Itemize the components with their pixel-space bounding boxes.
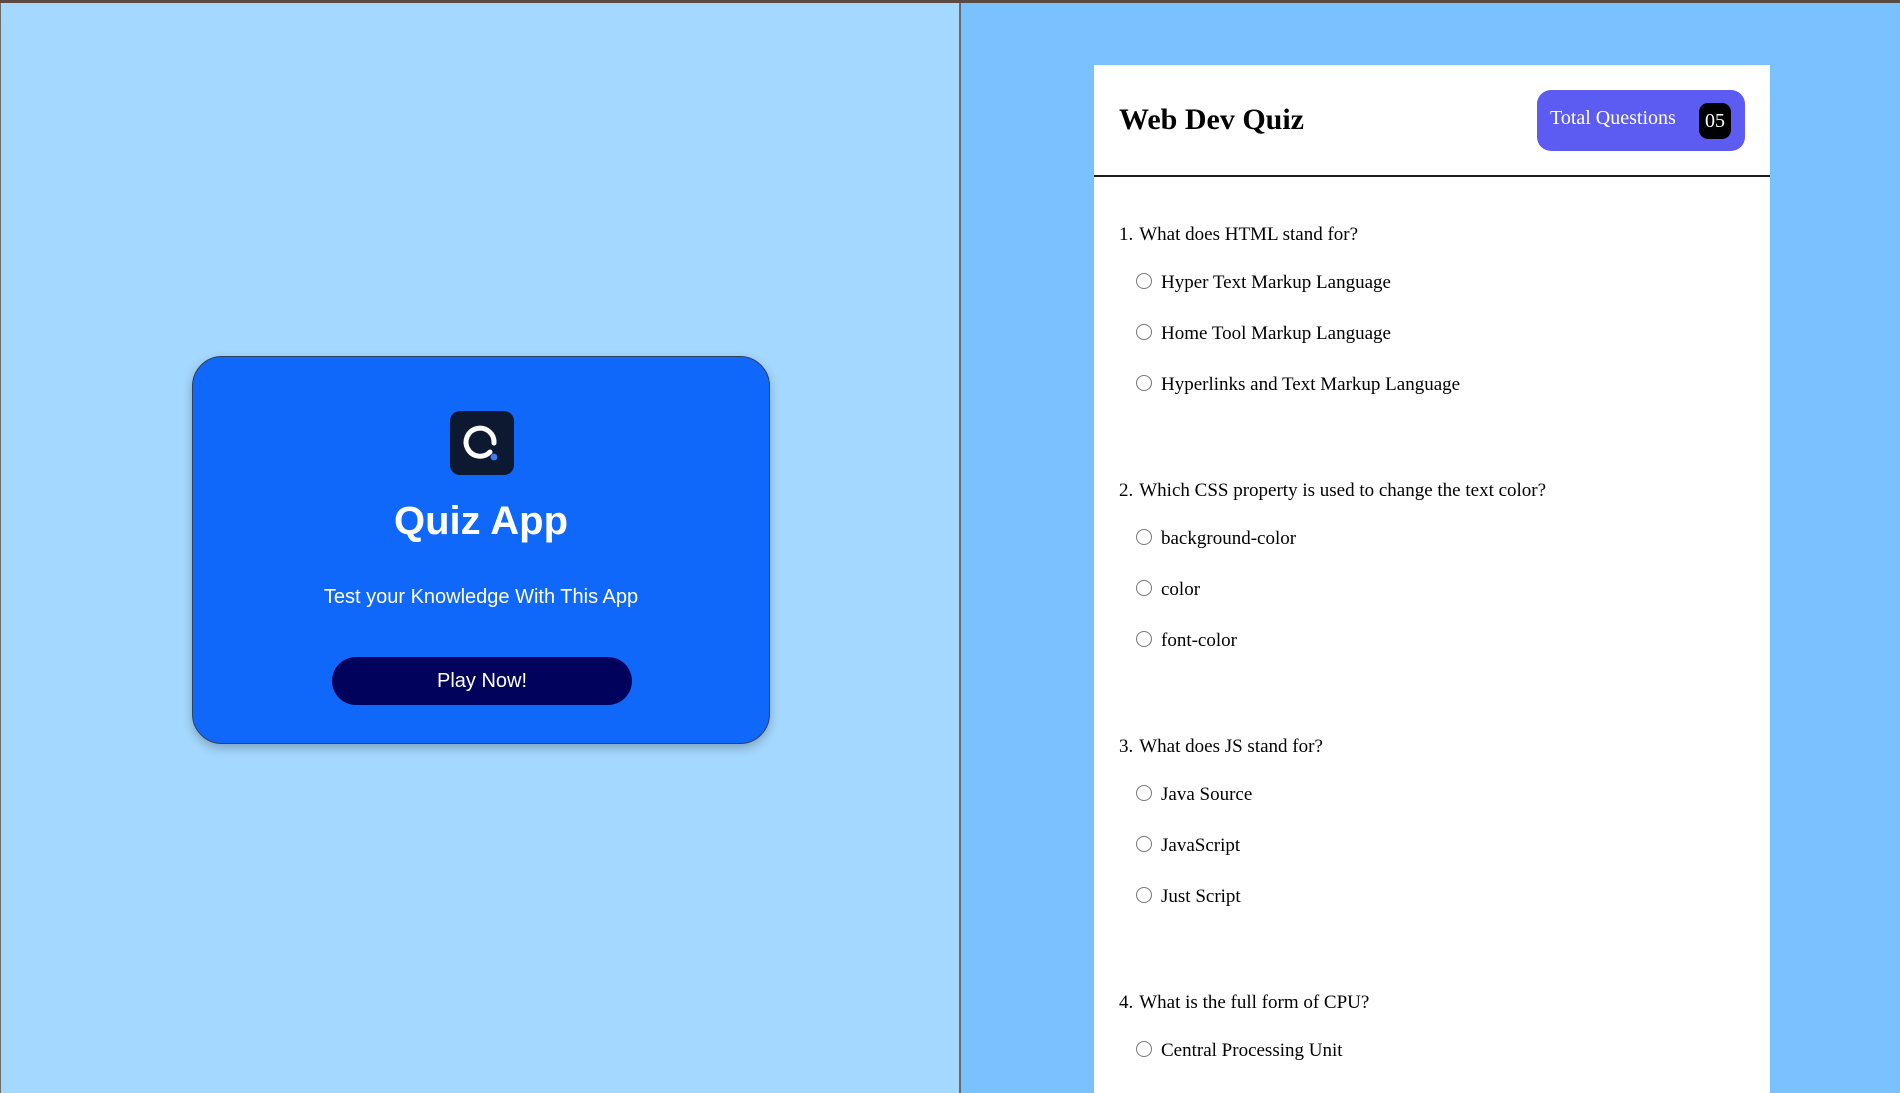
quiz-logo-icon: [450, 411, 514, 475]
option-label: Java Source: [1161, 784, 1253, 805]
option-label: font-color: [1161, 630, 1237, 651]
total-questions-label: Total Questions: [1550, 107, 1676, 129]
radio-button[interactable]: [1136, 835, 1152, 852]
radio-button[interactable]: [1136, 886, 1152, 903]
quiz-title: Web Dev Quiz: [1119, 103, 1304, 136]
radio-button[interactable]: [1136, 630, 1152, 647]
app-title: Quiz App: [393, 499, 569, 543]
option-label: JavaScript: [1161, 835, 1241, 856]
option-label: color: [1161, 579, 1201, 600]
answer-option[interactable]: Hyperlinks and Text Markup Language: [1136, 373, 1460, 397]
option-label: Home Tool Markup Language: [1161, 323, 1391, 344]
radio-button[interactable]: [1136, 323, 1152, 340]
radio-button[interactable]: [1136, 784, 1152, 801]
radio-button[interactable]: [1136, 374, 1152, 391]
play-now-button[interactable]: Play Now!: [332, 657, 632, 705]
answer-option[interactable]: Just Script: [1136, 885, 1241, 909]
question-text: 3. What does JS stand for?: [1119, 735, 1759, 759]
question-item: 2. Which CSS property is used to change t…: [1119, 479, 1759, 651]
answer-option[interactable]: Java Source: [1136, 783, 1252, 807]
app-subtitle: Test your Knowledge With This App: [323, 586, 639, 608]
question-item: 1. What does HTML stand for? Hyper Text M…: [1119, 223, 1759, 395]
answer-option[interactable]: Central Processing Unit: [1136, 1039, 1343, 1063]
option-label: Hyperlinks and Text Markup Language: [1161, 374, 1461, 395]
question-label: Which CSS property is used to change the…: [1139, 480, 1547, 501]
answer-option[interactable]: font-color: [1136, 629, 1237, 653]
question-item: 4. What is the full form of CPU? Central …: [1119, 991, 1759, 1061]
answer-option[interactable]: JavaScript: [1136, 834, 1240, 858]
answer-option[interactable]: background-color: [1136, 527, 1296, 551]
question-number: 4.: [1119, 992, 1134, 1013]
quiz-pane: Web Dev Quiz Total Questions 05 1. What d…: [961, 3, 1900, 1093]
question-label: What does JS stand for?: [1139, 736, 1323, 757]
question-number: 2.: [1119, 480, 1134, 501]
quiz-header: Web Dev Quiz Total Questions 05: [1094, 65, 1770, 177]
total-questions-badge: Total Questions 05: [1537, 90, 1745, 151]
question-text: 4. What is the full form of CPU?: [1119, 991, 1759, 1015]
answer-option[interactable]: Hyper Text Markup Language: [1136, 271, 1391, 295]
radio-button[interactable]: [1136, 528, 1152, 545]
start-screen-pane: Quiz App Test your Knowledge With This A…: [0, 3, 959, 1093]
question-text: 1. What does HTML stand for?: [1119, 223, 1759, 247]
radio-button[interactable]: [1136, 272, 1152, 289]
total-questions-count: 05: [1699, 103, 1731, 139]
option-label: Just Script: [1161, 886, 1241, 907]
answer-option[interactable]: Home Tool Markup Language: [1136, 322, 1391, 346]
question-label: What does HTML stand for?: [1139, 224, 1359, 245]
answer-option[interactable]: color: [1136, 578, 1200, 602]
radio-button[interactable]: [1136, 579, 1152, 596]
question-text: 2. Which CSS property is used to change t…: [1119, 479, 1759, 503]
radio-button[interactable]: [1136, 1040, 1152, 1057]
quiz-panel: Web Dev Quiz Total Questions 05 1. What d…: [1094, 65, 1770, 1093]
option-label: background-color: [1161, 528, 1297, 549]
start-card: Quiz App Test your Knowledge With This A…: [192, 356, 770, 744]
option-label: Hyper Text Markup Language: [1161, 272, 1391, 293]
question-label: What is the full form of CPU?: [1139, 992, 1370, 1013]
option-label: Central Processing Unit: [1161, 1040, 1343, 1061]
question-number: 1.: [1119, 224, 1134, 245]
question-item: 3. What does JS stand for? Java Source Ja…: [1119, 735, 1759, 907]
question-number: 3.: [1119, 736, 1134, 757]
